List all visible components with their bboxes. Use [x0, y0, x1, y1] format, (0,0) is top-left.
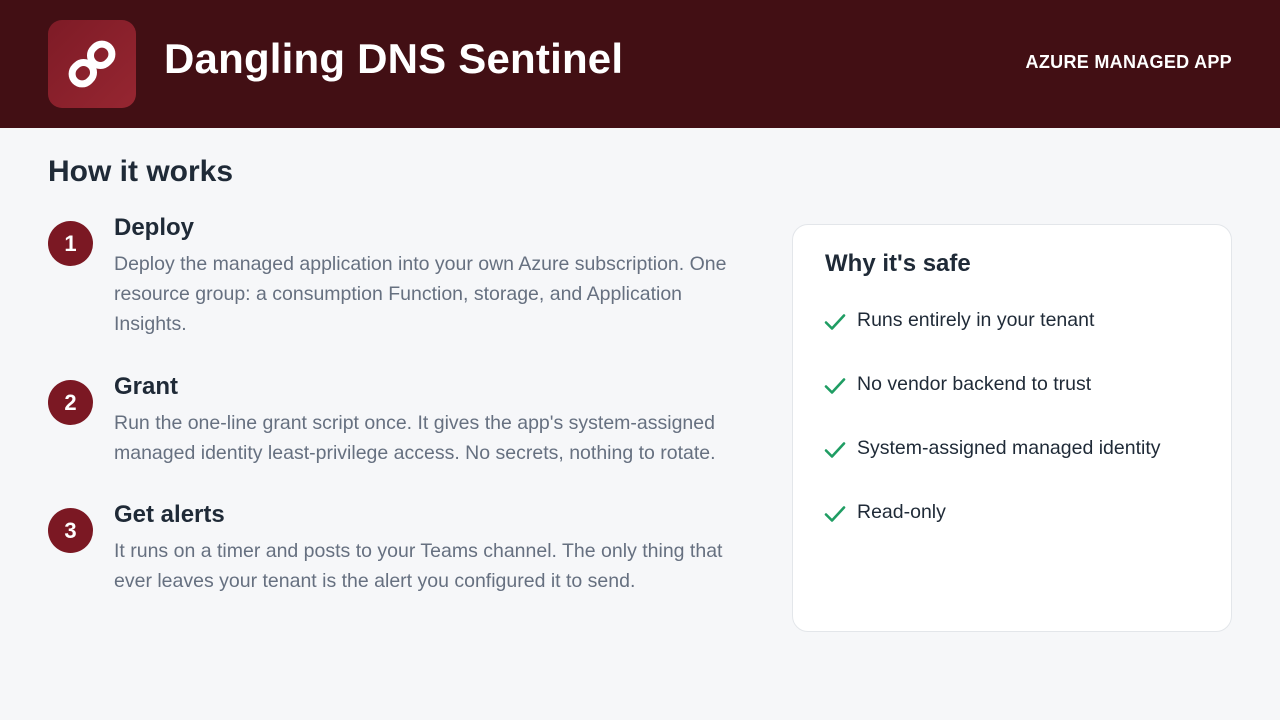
step-description: Run the one-line grant script once. It g…	[114, 412, 716, 464]
section-title: How it works	[48, 155, 234, 188]
safety-card: Why it's safe Runs entirely in your tena…	[792, 224, 1232, 632]
step-description: Deploy the managed application into your…	[114, 253, 727, 335]
app-logo	[48, 20, 136, 108]
step-number-badge: 3	[48, 508, 93, 553]
safety-item-label: Runs entirely in your tenant	[857, 309, 1095, 331]
safety-item: System-assigned managed identity	[823, 433, 1213, 463]
check-icon	[824, 378, 846, 394]
product-type-label: AZURE MANAGED APP	[1025, 52, 1232, 72]
check-icon	[824, 442, 846, 458]
safety-item: No vendor backend to trust	[823, 369, 1213, 399]
step-title: Deploy	[114, 214, 195, 241]
step-number-badge: 2	[48, 380, 93, 425]
check-icon	[824, 314, 846, 330]
step-number-badge: 1	[48, 221, 93, 266]
safety-item-label: No vendor backend to trust	[857, 373, 1092, 395]
safety-item-label: Read-only	[857, 501, 946, 523]
app-title: Dangling DNS Sentinel	[164, 35, 624, 82]
safety-item: Runs entirely in your tenant	[823, 305, 1213, 335]
step-title: Get alerts	[114, 501, 225, 528]
step-description: It runs on a timer and posts to your Tea…	[114, 540, 723, 592]
step-title: Grant	[114, 373, 179, 400]
link-icon	[68, 40, 116, 88]
app-header: Dangling DNS Sentinel AZURE MANAGED APP	[0, 0, 1280, 128]
check-icon	[824, 506, 846, 522]
safety-item-label: System-assigned managed identity	[857, 437, 1161, 459]
safety-card-title: Why it's safe	[825, 250, 971, 277]
safety-item: Read-only	[823, 497, 1213, 527]
